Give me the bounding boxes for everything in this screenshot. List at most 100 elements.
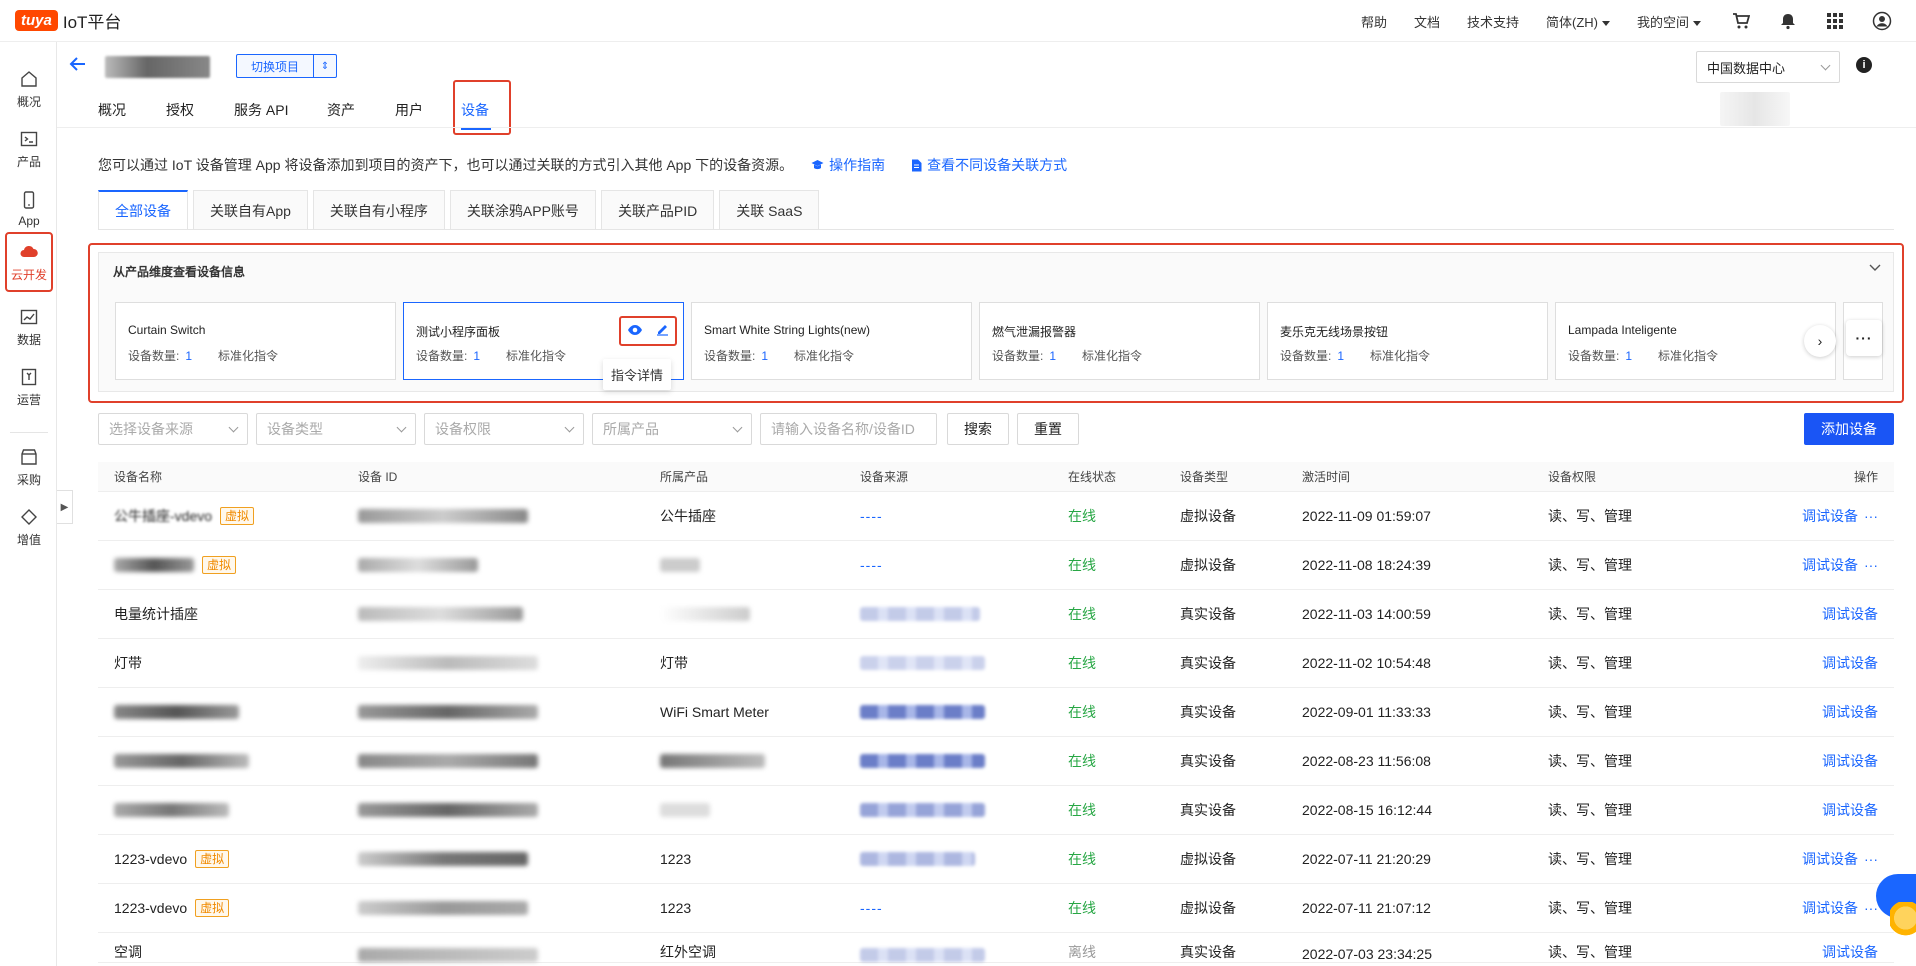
back-arrow-icon[interactable] bbox=[68, 54, 88, 74]
source-cell[interactable] bbox=[860, 737, 985, 785]
debug-device-link[interactable]: 调试设备 bbox=[1822, 800, 1878, 820]
device-count: 1 bbox=[1049, 349, 1057, 363]
eye-icon[interactable] bbox=[627, 323, 643, 339]
bell-icon[interactable] bbox=[1775, 8, 1801, 34]
table-row[interactable]: 1223-vdevo 虚拟 1223 在线 虚拟设备 2022-07-11 21:… bbox=[98, 835, 1894, 884]
product-card[interactable]: Smart White String Lights(new) 设备数量: 1 标准化… bbox=[691, 302, 972, 380]
sidebar-item-cloud-dev[interactable]: 云开发 bbox=[5, 232, 53, 292]
reset-button[interactable]: 重置 bbox=[1017, 413, 1079, 445]
type-cell: 真实设备 bbox=[1180, 655, 1236, 671]
sidebar-item-data[interactable]: 数据 bbox=[5, 298, 53, 356]
tab-assets[interactable]: 资产 bbox=[327, 90, 395, 130]
source-cell[interactable] bbox=[860, 835, 975, 883]
collapse-chevron-icon[interactable] bbox=[1869, 261, 1881, 275]
tab-service-api[interactable]: 服务 API bbox=[234, 90, 327, 130]
apps-grid-icon[interactable] bbox=[1822, 8, 1848, 34]
sidebar-collapse-button[interactable]: ▶ bbox=[57, 490, 73, 524]
more-actions-icon[interactable]: ··· bbox=[1864, 851, 1878, 867]
table-row[interactable]: 1223-vdevo 虚拟 1223 ---- 在线 虚拟设备 2022-07-1… bbox=[98, 884, 1894, 933]
edit-icon[interactable] bbox=[656, 323, 669, 339]
more-actions-icon[interactable]: ··· bbox=[1864, 508, 1878, 524]
table-row[interactable]: 在线 真实设备 2022-08-15 16:12:44 读、写、管理 调试设备 bbox=[98, 786, 1894, 835]
more-options-button[interactable]: ··· bbox=[1846, 320, 1882, 356]
more-actions-icon[interactable]: ··· bbox=[1864, 900, 1878, 916]
store-icon bbox=[21, 448, 37, 465]
source-cell[interactable]: ---- bbox=[860, 492, 883, 540]
device-search-input[interactable] bbox=[760, 413, 937, 445]
user-icon[interactable] bbox=[1869, 8, 1895, 34]
table-row[interactable]: 灯带 灯带 在线 真实设备 2022-11-02 10:54:48 读、写、管理… bbox=[98, 639, 1894, 688]
subtab-own-mini-program[interactable]: 关联自有小程序 bbox=[312, 190, 445, 230]
switch-project-button[interactable]: 切换项目 ⇕ bbox=[236, 54, 338, 78]
source-cell[interactable]: ---- bbox=[860, 541, 883, 589]
subtab-product-pid[interactable]: 关联产品PID bbox=[600, 190, 715, 230]
subtab-tuya-app-account[interactable]: 关联涂鸦APP账号 bbox=[449, 190, 596, 230]
subtab-saas[interactable]: 关联 SaaS bbox=[719, 190, 820, 230]
table-row[interactable]: WiFi Smart Meter 在线 真实设备 2022-09-01 11:3… bbox=[98, 688, 1894, 737]
guide-link-label: 操作指南 bbox=[829, 157, 886, 173]
add-device-button[interactable]: 添加设备 bbox=[1804, 413, 1894, 445]
status-cell: 在线 bbox=[1068, 655, 1096, 671]
source-cell[interactable]: ---- bbox=[860, 884, 883, 932]
product-card[interactable]: 燃气泄漏报警器 设备数量: 1 标准化指令 bbox=[979, 302, 1260, 380]
sidebar-item-product[interactable]: 产品 bbox=[5, 120, 53, 178]
product-filter-select[interactable]: 所属产品 bbox=[592, 413, 752, 445]
type-filter-select[interactable]: 设备类型 bbox=[256, 413, 416, 445]
product-card[interactable]: 麦乐克无线场景按钮 设备数量: 1 标准化指令 bbox=[1267, 302, 1548, 380]
debug-device-link[interactable]: 调试设备 bbox=[1802, 849, 1858, 869]
language-dropdown[interactable]: 简体(ZH) bbox=[1546, 12, 1610, 31]
product-meta: 设备数量: 1 标准化指令 bbox=[992, 347, 1142, 364]
myspace-dropdown[interactable]: 我的空间 bbox=[1637, 12, 1701, 31]
sidebar-item-purchase[interactable]: 采购 bbox=[5, 438, 53, 496]
tab-users[interactable]: 用户 bbox=[395, 90, 461, 130]
region-select[interactable]: 中国数据中心 bbox=[1696, 51, 1840, 83]
association-methods-link[interactable]: 查看不同设备关联方式 bbox=[911, 155, 1067, 175]
carousel-next-button[interactable]: › bbox=[1804, 325, 1836, 357]
guide-link[interactable]: 操作指南 bbox=[811, 155, 885, 175]
source-cell[interactable] bbox=[860, 786, 985, 834]
table-row[interactable]: 电量统计插座 在线 真实设备 2022-11-03 14:00:59 读、写、管… bbox=[98, 590, 1894, 639]
top-bar: tuya IoT平台 帮助 文档 技术支持 简体(ZH) 我的空间 bbox=[0, 0, 1916, 42]
debug-device-link[interactable]: 调试设备 bbox=[1802, 898, 1858, 918]
permission-filter-select[interactable]: 设备权限 bbox=[424, 413, 584, 445]
source-cell[interactable] bbox=[860, 688, 985, 736]
device-name-redacted bbox=[114, 705, 239, 719]
source-cell[interactable] bbox=[860, 590, 980, 638]
sidebar-item-operations[interactable]: 运营 bbox=[5, 358, 53, 416]
table-row[interactable]: 在线 真实设备 2022-08-23 11:56:08 读、写、管理 调试设备 bbox=[98, 737, 1894, 786]
debug-device-link[interactable]: 调试设备 bbox=[1822, 942, 1878, 962]
debug-device-link[interactable]: 调试设备 bbox=[1802, 506, 1858, 526]
sidebar-item-app[interactable]: App bbox=[5, 180, 53, 238]
table-row[interactable]: 虚拟 ---- 在线 虚拟设备 2022-11-08 18:24:39 读、写、… bbox=[98, 541, 1894, 590]
permission-cell: 读、写、管理 bbox=[1548, 508, 1632, 524]
product-card[interactable]: Curtain Switch 设备数量: 1 标准化指令 bbox=[115, 302, 396, 380]
sidebar-item-overview[interactable]: 概况 bbox=[5, 60, 53, 118]
debug-device-link[interactable]: 调试设备 bbox=[1802, 555, 1858, 575]
standard-command-label: 标准化指令 bbox=[1370, 349, 1431, 363]
source-filter-select[interactable]: 选择设备来源 bbox=[98, 413, 248, 445]
debug-device-link[interactable]: 调试设备 bbox=[1822, 604, 1878, 624]
debug-device-link[interactable]: 调试设备 bbox=[1822, 751, 1878, 771]
tab-overview[interactable]: 概况 bbox=[98, 90, 166, 130]
help-link[interactable]: 帮助 bbox=[1361, 12, 1387, 31]
docs-link[interactable]: 文档 bbox=[1414, 12, 1440, 31]
tab-authorization[interactable]: 授权 bbox=[166, 90, 234, 130]
brand-logo[interactable]: tuya IoT平台 bbox=[15, 8, 121, 33]
product-card[interactable]: Lampada Inteligente 设备数量: 1 标准化指令 bbox=[1555, 302, 1836, 380]
source-cell[interactable] bbox=[860, 933, 985, 962]
table-row[interactable]: 公牛插座-vdevo 虚拟 公牛插座 ---- 在线 虚拟设备 2022-11-0… bbox=[98, 492, 1894, 541]
debug-device-link[interactable]: 调试设备 bbox=[1822, 702, 1878, 722]
subtab-all-devices[interactable]: 全部设备 bbox=[98, 190, 188, 230]
cart-icon[interactable] bbox=[1728, 8, 1754, 34]
debug-device-link[interactable]: 调试设备 bbox=[1822, 653, 1878, 673]
support-link[interactable]: 技术支持 bbox=[1467, 12, 1519, 31]
sidebar-item-value-added[interactable]: 增值 bbox=[5, 498, 53, 556]
search-button[interactable]: 搜索 bbox=[947, 413, 1009, 445]
more-actions-icon[interactable]: ··· bbox=[1864, 557, 1878, 573]
subtab-own-app[interactable]: 关联自有App bbox=[193, 190, 308, 230]
mascot-icon[interactable] bbox=[1890, 902, 1916, 942]
info-icon[interactable]: i bbox=[1856, 57, 1872, 73]
type-cell: 虚拟设备 bbox=[1180, 508, 1236, 524]
source-cell[interactable] bbox=[860, 639, 985, 687]
table-row[interactable]: 空调 红外空调 离线 真实设备 2022-07-03 23:34:25 读、写、… bbox=[98, 933, 1894, 963]
